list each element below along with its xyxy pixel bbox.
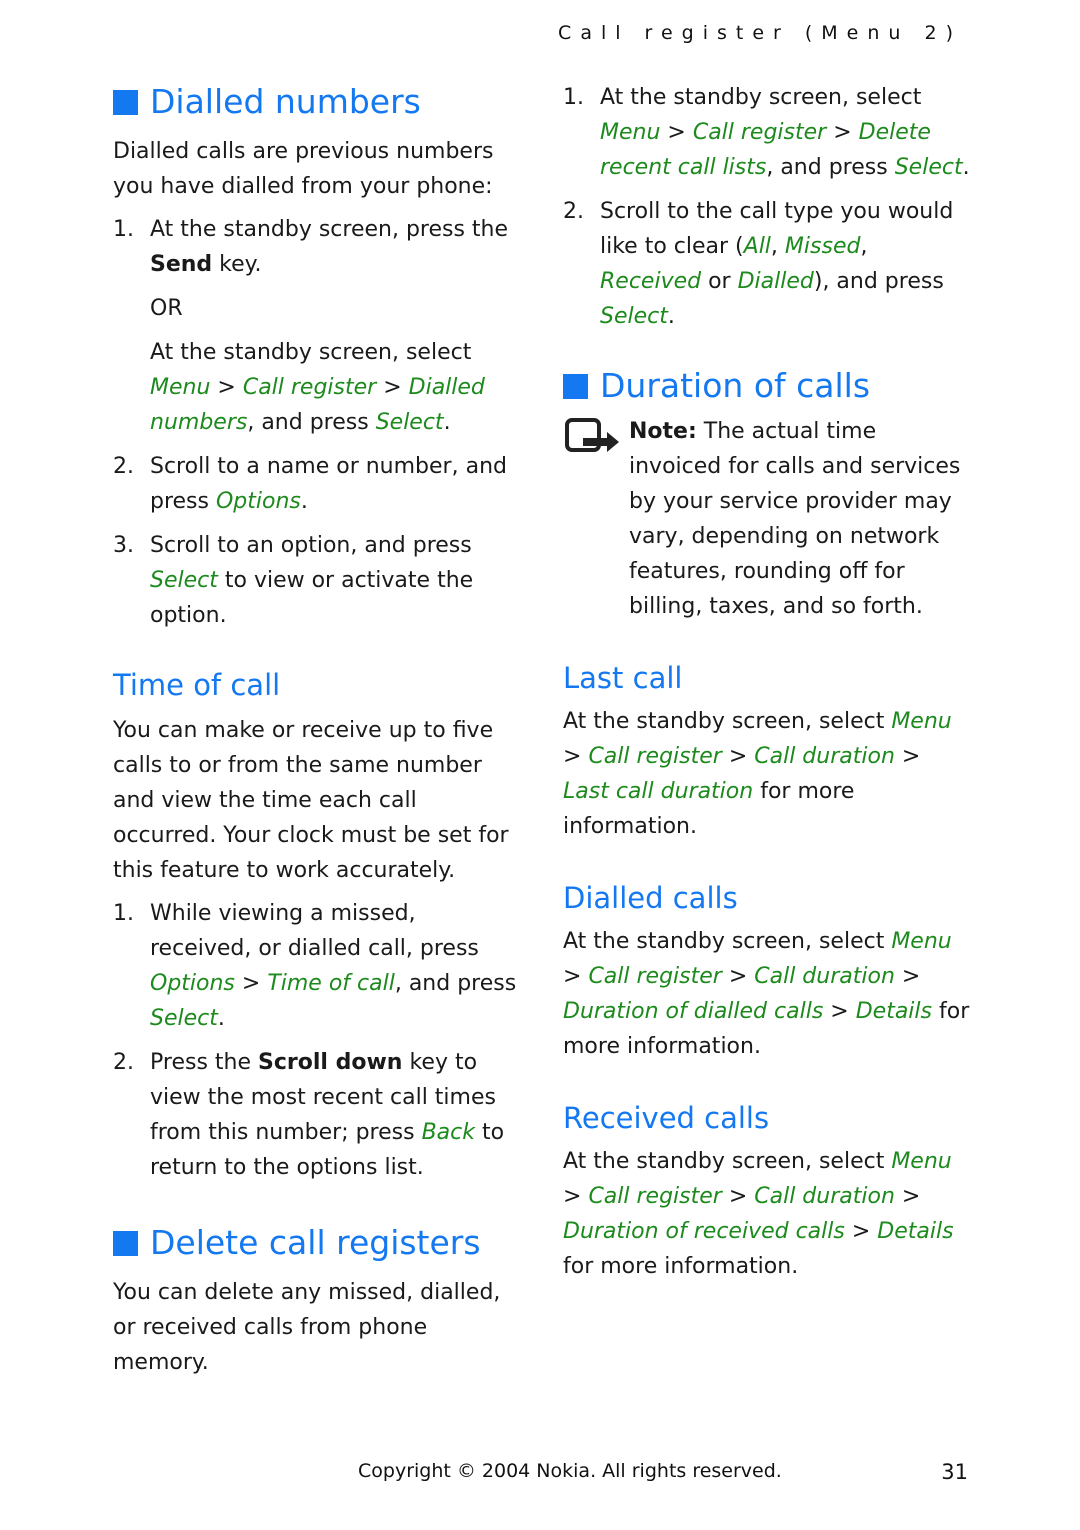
list-item: 1. At the standby screen, select Menu > C…	[563, 85, 970, 180]
list-item: 1. While viewing a missed, received, or d…	[113, 901, 517, 1031]
menu-path-item: All	[743, 234, 771, 259]
menu-path-item: Options	[150, 971, 235, 996]
note-icon	[563, 414, 629, 624]
alt-instruction: At the standby screen, select Menu > Cal…	[150, 340, 485, 435]
section-delete-call-registers: Delete call registers You can delete any…	[113, 1221, 523, 1380]
heading-received-calls: Received calls	[563, 1101, 770, 1135]
heading-delete-call-registers: Delete call registers	[113, 1221, 523, 1265]
menu-path-item: Call duration	[754, 744, 895, 769]
time-of-call-intro: You can make or receive up to five calls…	[113, 718, 509, 883]
page-number: 31	[941, 1460, 968, 1484]
dialled-calls-text: At the standby screen, select Menu > Cal…	[563, 929, 970, 1059]
dialled-numbers-steps: 1. At the standby screen, press the Send …	[113, 212, 523, 633]
note-text: Note: The actual time invoiced for calls…	[629, 419, 961, 619]
section-duration-of-calls: Duration of calls Note: The actual time …	[563, 364, 973, 624]
list-item: 3. Scroll to an option, and press Select …	[113, 533, 474, 628]
menu-path-item: Received	[600, 269, 702, 294]
menu-path-item: Select	[600, 304, 668, 329]
heading-last-call: Last call	[563, 661, 683, 695]
menu-path-item: Call duration	[754, 964, 895, 989]
heading-dialled-numbers: Dialled numbers	[113, 80, 523, 124]
menu-path-item: Details	[877, 1219, 954, 1244]
dialled-numbers-intro: Dialled calls are previous numbers you h…	[113, 139, 494, 199]
menu-path-item: Call register	[692, 120, 827, 145]
menu-path-item: Duration of dialled calls	[563, 999, 824, 1024]
menu-path-item: Call register	[588, 744, 722, 769]
section-dialled-numbers: Dialled numbers Dialled calls are previo…	[113, 80, 523, 633]
left-column: Dialled numbers Dialled calls are previo…	[113, 80, 523, 1380]
menu-path-item: Menu	[150, 375, 211, 400]
heading-duration-of-calls: Duration of calls	[563, 364, 973, 408]
heading-square-icon	[563, 373, 588, 399]
menu-path-item: Call register	[242, 375, 377, 400]
section-received-calls: Received calls At the standby screen, se…	[563, 1098, 973, 1284]
menu-path-item: Menu	[891, 1149, 952, 1174]
menu-path-item: Select	[894, 155, 963, 180]
menu-path-item: Menu	[891, 709, 952, 734]
note-box: Note: The actual time invoiced for calls…	[563, 414, 973, 624]
menu-path-item: Details	[855, 999, 932, 1024]
menu-path-item: Missed	[784, 234, 861, 259]
menu-path-item: Menu	[600, 120, 661, 145]
scroll-down-key-label: Scroll down	[258, 1050, 403, 1075]
copyright-footer: Copyright © 2004 Nokia. All rights reser…	[358, 1460, 782, 1482]
menu-path-item: Back	[421, 1120, 475, 1145]
section-dialled-calls: Dialled calls At the standby screen, sel…	[563, 878, 973, 1064]
list-item: 1. At the standby screen, press the Send …	[113, 212, 523, 440]
menu-path-item: Select	[375, 410, 444, 435]
menu-path-item: Time of call	[267, 971, 395, 996]
heading-square-icon	[113, 89, 138, 115]
menu-path-item: Duration of received calls	[563, 1219, 845, 1244]
menu-path-item: Dialled	[737, 269, 814, 294]
received-calls-text: At the standby screen, select Menu > Cal…	[563, 1149, 954, 1279]
send-key-label: Send	[150, 252, 213, 277]
time-of-call-steps: 1. While viewing a missed, received, or d…	[113, 896, 523, 1185]
running-head: Call register (Menu 2)	[558, 22, 962, 44]
note-label: Note:	[629, 419, 697, 444]
menu-path-item: Options	[215, 489, 301, 514]
menu-path-item: Call register	[588, 1184, 722, 1209]
menu-path-item: Last call duration	[563, 779, 754, 804]
heading-time-of-call: Time of call	[113, 668, 281, 702]
delete-steps: 1. At the standby screen, select Menu > C…	[563, 80, 973, 334]
delete-intro: You can delete any missed, dialled, or r…	[113, 1280, 501, 1375]
heading-square-icon	[113, 1230, 138, 1256]
menu-path-item: Select	[150, 568, 218, 593]
menu-path-item: Call register	[588, 964, 722, 989]
list-item: 2. Scroll to a name or number, and press …	[113, 454, 507, 514]
menu-path-item: Menu	[891, 929, 952, 954]
section-last-call: Last call At the standby screen, select …	[563, 658, 973, 844]
section-time-of-call: Time of call You can make or receive up …	[113, 665, 523, 1185]
right-column: 1. At the standby screen, select Menu > C…	[563, 80, 973, 1284]
menu-path-item: Call duration	[754, 1184, 895, 1209]
list-item: 2. Scroll to the call type you would like…	[563, 199, 954, 329]
menu-path-item: Select	[150, 1006, 218, 1031]
list-item: 2. Press the Scroll down key to view the …	[113, 1050, 505, 1180]
heading-dialled-calls: Dialled calls	[563, 881, 738, 915]
or-label: OR	[150, 296, 183, 321]
last-call-text: At the standby screen, select Menu > Cal…	[563, 709, 952, 839]
